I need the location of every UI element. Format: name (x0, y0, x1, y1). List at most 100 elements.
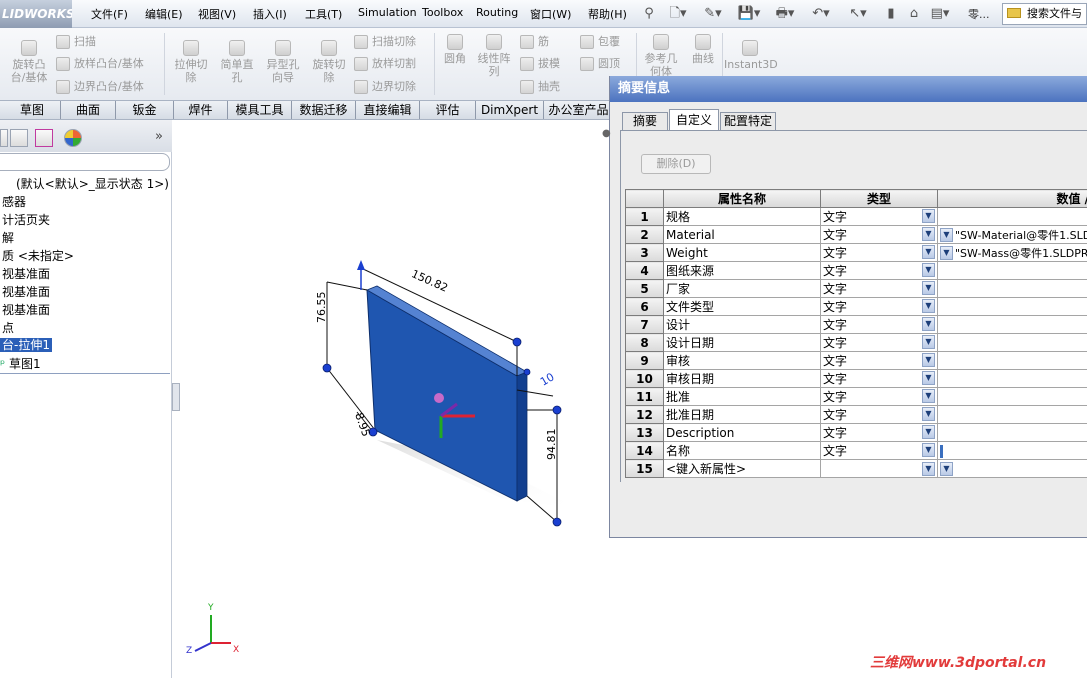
type-cell[interactable]: ▼ 文字 (820, 225, 938, 244)
open-icon[interactable]: ✎▾ (700, 4, 726, 24)
hole-wizard-button[interactable]: 异型孔 向导 (260, 40, 306, 84)
shell-button[interactable]: 抽壳 (520, 80, 560, 94)
chevron-down-icon[interactable]: ▼ (940, 462, 953, 476)
tab-weldments[interactable]: 焊件 (174, 101, 228, 119)
type-cell[interactable]: ▼ 文字 (820, 279, 938, 298)
chevron-down-icon[interactable]: ▼ (922, 353, 935, 367)
dimxpert-manager-icon[interactable] (35, 129, 53, 147)
header-property-name[interactable]: 属性名称 (663, 189, 821, 208)
property-name-cell[interactable]: 批准 (663, 387, 821, 406)
revolve-cut-button[interactable]: 旋转切 除 (306, 40, 352, 84)
tree-filter-input[interactable] (0, 153, 170, 171)
dimension-height-label[interactable]: 76.55 (315, 292, 328, 324)
property-name-cell[interactable]: 审核日期 (663, 369, 821, 388)
chevron-down-icon[interactable]: ▼ (922, 263, 935, 277)
tab-direct-editing[interactable]: 直接编辑 (356, 101, 420, 119)
print-icon[interactable]: 🖶▾ (772, 4, 798, 24)
table-row[interactable]: 11 批准 ▼ 文字 (625, 387, 1087, 406)
close-dot-icon[interactable]: ● (602, 128, 611, 139)
tab-sheet-metal[interactable]: 钣金 (116, 101, 174, 119)
file-properties-icon[interactable]: ⌂ (904, 4, 924, 24)
tree-item-annotations[interactable]: 解 (2, 229, 14, 246)
tab-office-products[interactable]: 办公室产品 (544, 101, 614, 119)
table-row[interactable]: 10 审核日期 ▼ 文字 (625, 369, 1087, 388)
property-name-cell[interactable]: 审核 (663, 351, 821, 370)
value-cell[interactable] (937, 387, 1087, 406)
menu-file[interactable]: 文件(F) (91, 6, 128, 22)
boundary-cut-button[interactable]: 边界切除 (354, 80, 416, 94)
select-icon[interactable]: ↖▾ (846, 4, 870, 24)
value-cell[interactable]: ▼ "SW-Mass@零件1.SLDPRT" (937, 243, 1087, 262)
dimension-thickness-label[interactable]: 10 (538, 370, 557, 388)
delete-button[interactable]: 删除(D) (641, 154, 711, 174)
type-cell[interactable]: ▼ 文字 (820, 333, 938, 352)
type-cell[interactable]: ▼ 文字 (820, 315, 938, 334)
type-cell[interactable]: ▼ 文字 (820, 261, 938, 280)
header-type[interactable]: 类型 (820, 189, 938, 208)
value-cell[interactable] (937, 279, 1087, 298)
menu-tools[interactable]: 工具(T) (305, 6, 342, 22)
simple-hole-button[interactable]: 简单直 孔 (214, 40, 260, 84)
chevron-down-icon[interactable]: ▼ (922, 389, 935, 403)
property-name-cell[interactable]: 图纸来源 (663, 261, 821, 280)
tab-sketch[interactable]: 草图 (4, 101, 61, 119)
swept-cut-button[interactable]: 扫描切除 (354, 35, 416, 49)
tab-summary[interactable]: 摘要 (622, 112, 668, 130)
type-cell[interactable]: ▼ 文字 (820, 387, 938, 406)
chevron-down-icon[interactable]: ▼ (922, 335, 935, 349)
value-cell[interactable] (937, 441, 1087, 460)
tree-item-material[interactable]: 质 <未指定> (2, 247, 74, 264)
tab-dimxpert[interactable]: DimXpert (476, 101, 544, 119)
chevron-down-icon[interactable]: ▼ (922, 407, 935, 421)
value-cell[interactable] (937, 351, 1087, 370)
menu-edit[interactable]: 编辑(E) (145, 6, 183, 22)
property-name-cell[interactable]: 设计日期 (663, 333, 821, 352)
property-name-cell[interactable]: Description (663, 423, 821, 442)
menu-insert[interactable]: 插入(I) (253, 6, 287, 22)
type-cell[interactable]: ▼ 文字 (820, 243, 938, 262)
property-manager-icon[interactable] (0, 129, 8, 147)
new-document-icon[interactable]: 🗋▾ (666, 4, 690, 24)
tree-item-display-state[interactable]: (默认<默认>_显示状态 1>) (16, 175, 169, 192)
value-cell[interactable]: ▼ (937, 459, 1087, 478)
property-name-cell[interactable]: 名称 (663, 441, 821, 460)
tree-item-front-plane[interactable]: 视基准面 (2, 265, 50, 282)
save-icon[interactable]: 💾▾ (736, 4, 762, 24)
property-name-cell[interactable]: 规格 (663, 207, 821, 226)
pane-splitter[interactable] (172, 383, 180, 411)
tab-mold-tools[interactable]: 模具工具 (228, 101, 292, 119)
value-cell[interactable] (937, 207, 1087, 226)
menu-view[interactable]: 视图(V) (198, 6, 236, 22)
display-manager-icon[interactable] (64, 129, 82, 147)
instant3d-button[interactable]: Instant3D (724, 40, 778, 71)
value-cell[interactable] (937, 369, 1087, 388)
revolve-boss-button[interactable]: 旋转凸 台/基体 (8, 40, 50, 84)
tree-item-right-plane[interactable]: 视基准面 (2, 301, 50, 318)
table-row[interactable]: 4 图纸来源 ▼ 文字 (625, 261, 1087, 280)
chevron-down-icon[interactable]: ▼ (922, 443, 935, 457)
undo-icon[interactable]: ↶▾ (808, 4, 834, 24)
rebuild-icon[interactable]: ▮ (882, 4, 900, 24)
graphics-area[interactable]: 150.82 76.55 10 94.81 8.95 Y X Z (181, 120, 611, 678)
wrap-button[interactable]: 包覆 (580, 35, 620, 49)
configuration-manager-icon[interactable] (10, 129, 28, 147)
type-cell[interactable]: ▼ 文字 (820, 441, 938, 460)
property-name-cell[interactable]: 设计 (663, 315, 821, 334)
table-row[interactable]: 7 设计 ▼ 文字 (625, 315, 1087, 334)
chevron-down-icon[interactable]: ▼ (922, 299, 935, 313)
dimension-width-label[interactable]: 150.82 (409, 267, 449, 295)
expand-panel-icon[interactable]: » (155, 129, 163, 144)
options-icon[interactable]: ▤▾ (928, 4, 952, 24)
tree-item-origin[interactable]: 点 (2, 319, 14, 336)
tree-item-boss-extrude[interactable]: 台-拉伸1 (0, 336, 52, 353)
tree-item-design-binder[interactable]: 计活页夹 (2, 211, 50, 228)
value-cell[interactable] (937, 405, 1087, 424)
menu-routing[interactable]: Routing (476, 6, 518, 19)
chevron-down-icon[interactable]: ▼ (922, 425, 935, 439)
property-name-cell[interactable]: Weight (663, 243, 821, 262)
menu-help[interactable]: 帮助(H) (588, 6, 627, 22)
pin-icon[interactable]: ⚲ (638, 4, 660, 24)
table-row[interactable]: 13 Description ▼ 文字 (625, 423, 1087, 442)
tree-item-sensors[interactable]: 感器 (2, 193, 26, 210)
table-row[interactable]: 12 批准日期 ▼ 文字 (625, 405, 1087, 424)
